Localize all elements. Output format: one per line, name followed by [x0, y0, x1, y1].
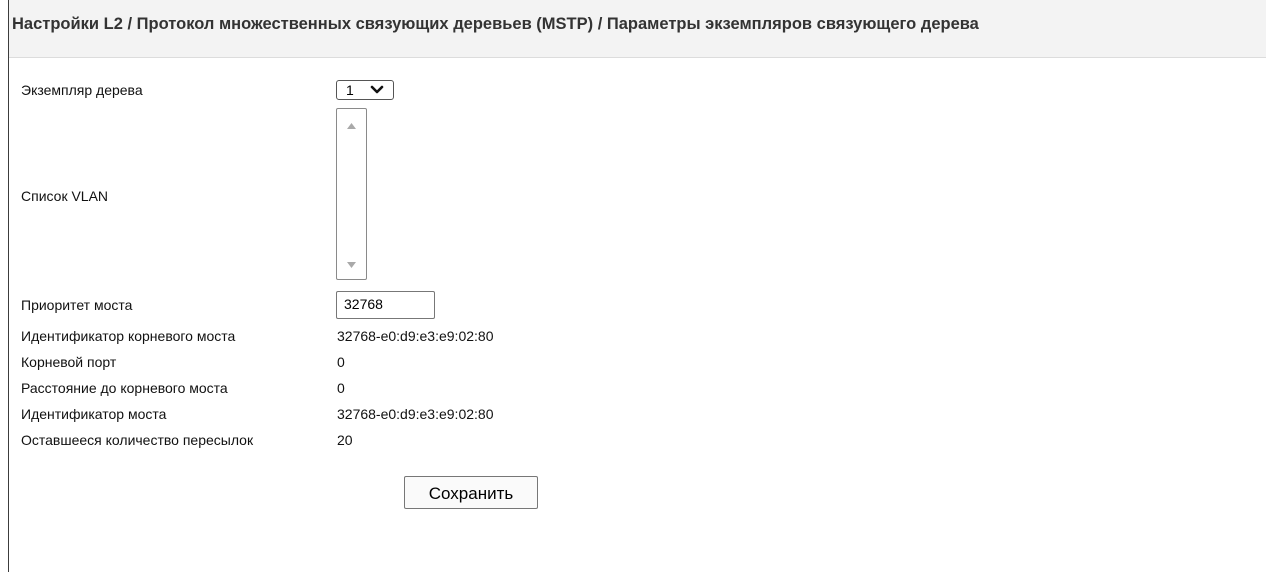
- instance-selected-value: 1: [346, 82, 354, 98]
- vlan-list-box[interactable]: [336, 108, 367, 280]
- instance-select[interactable]: 1: [336, 80, 394, 100]
- remaining-hops-value: 20: [337, 432, 353, 448]
- scroll-up-arrow-icon[interactable]: [347, 123, 356, 129]
- bridge-priority-label: Приоритет моста: [21, 297, 133, 313]
- root-port-label: Корневой порт: [21, 354, 117, 370]
- breadcrumb-title: Настройки L2 / Протокол множественных св…: [12, 15, 979, 33]
- bridge-id-value: 32768-e0:d9:e3:e9:02:80: [337, 406, 494, 422]
- root-path-cost-label: Расстояние до корневого моста: [21, 380, 228, 396]
- bridge-priority-input[interactable]: 32768: [336, 291, 435, 319]
- page-header: Настройки L2 / Протокол множественных св…: [9, 0, 1266, 58]
- root-bridge-id-label: Идентификатор корневого моста: [21, 328, 236, 344]
- save-button[interactable]: Сохранить: [404, 476, 538, 509]
- root-path-cost-value: 0: [337, 380, 345, 396]
- bridge-id-label: Идентификатор моста: [21, 406, 167, 422]
- page-frame: Настройки L2 / Протокол множественных св…: [8, 0, 1266, 572]
- root-bridge-id-value: 32768-e0:d9:e3:e9:02:80: [337, 328, 494, 344]
- vlan-list-label: Список VLAN: [21, 188, 109, 204]
- instance-label: Экземпляр дерева: [21, 82, 143, 98]
- chevron-down-icon: [370, 85, 384, 94]
- remaining-hops-label: Оставшееся количество пересылок: [21, 432, 254, 448]
- scroll-down-arrow-icon[interactable]: [347, 262, 356, 268]
- root-port-value: 0: [337, 354, 345, 370]
